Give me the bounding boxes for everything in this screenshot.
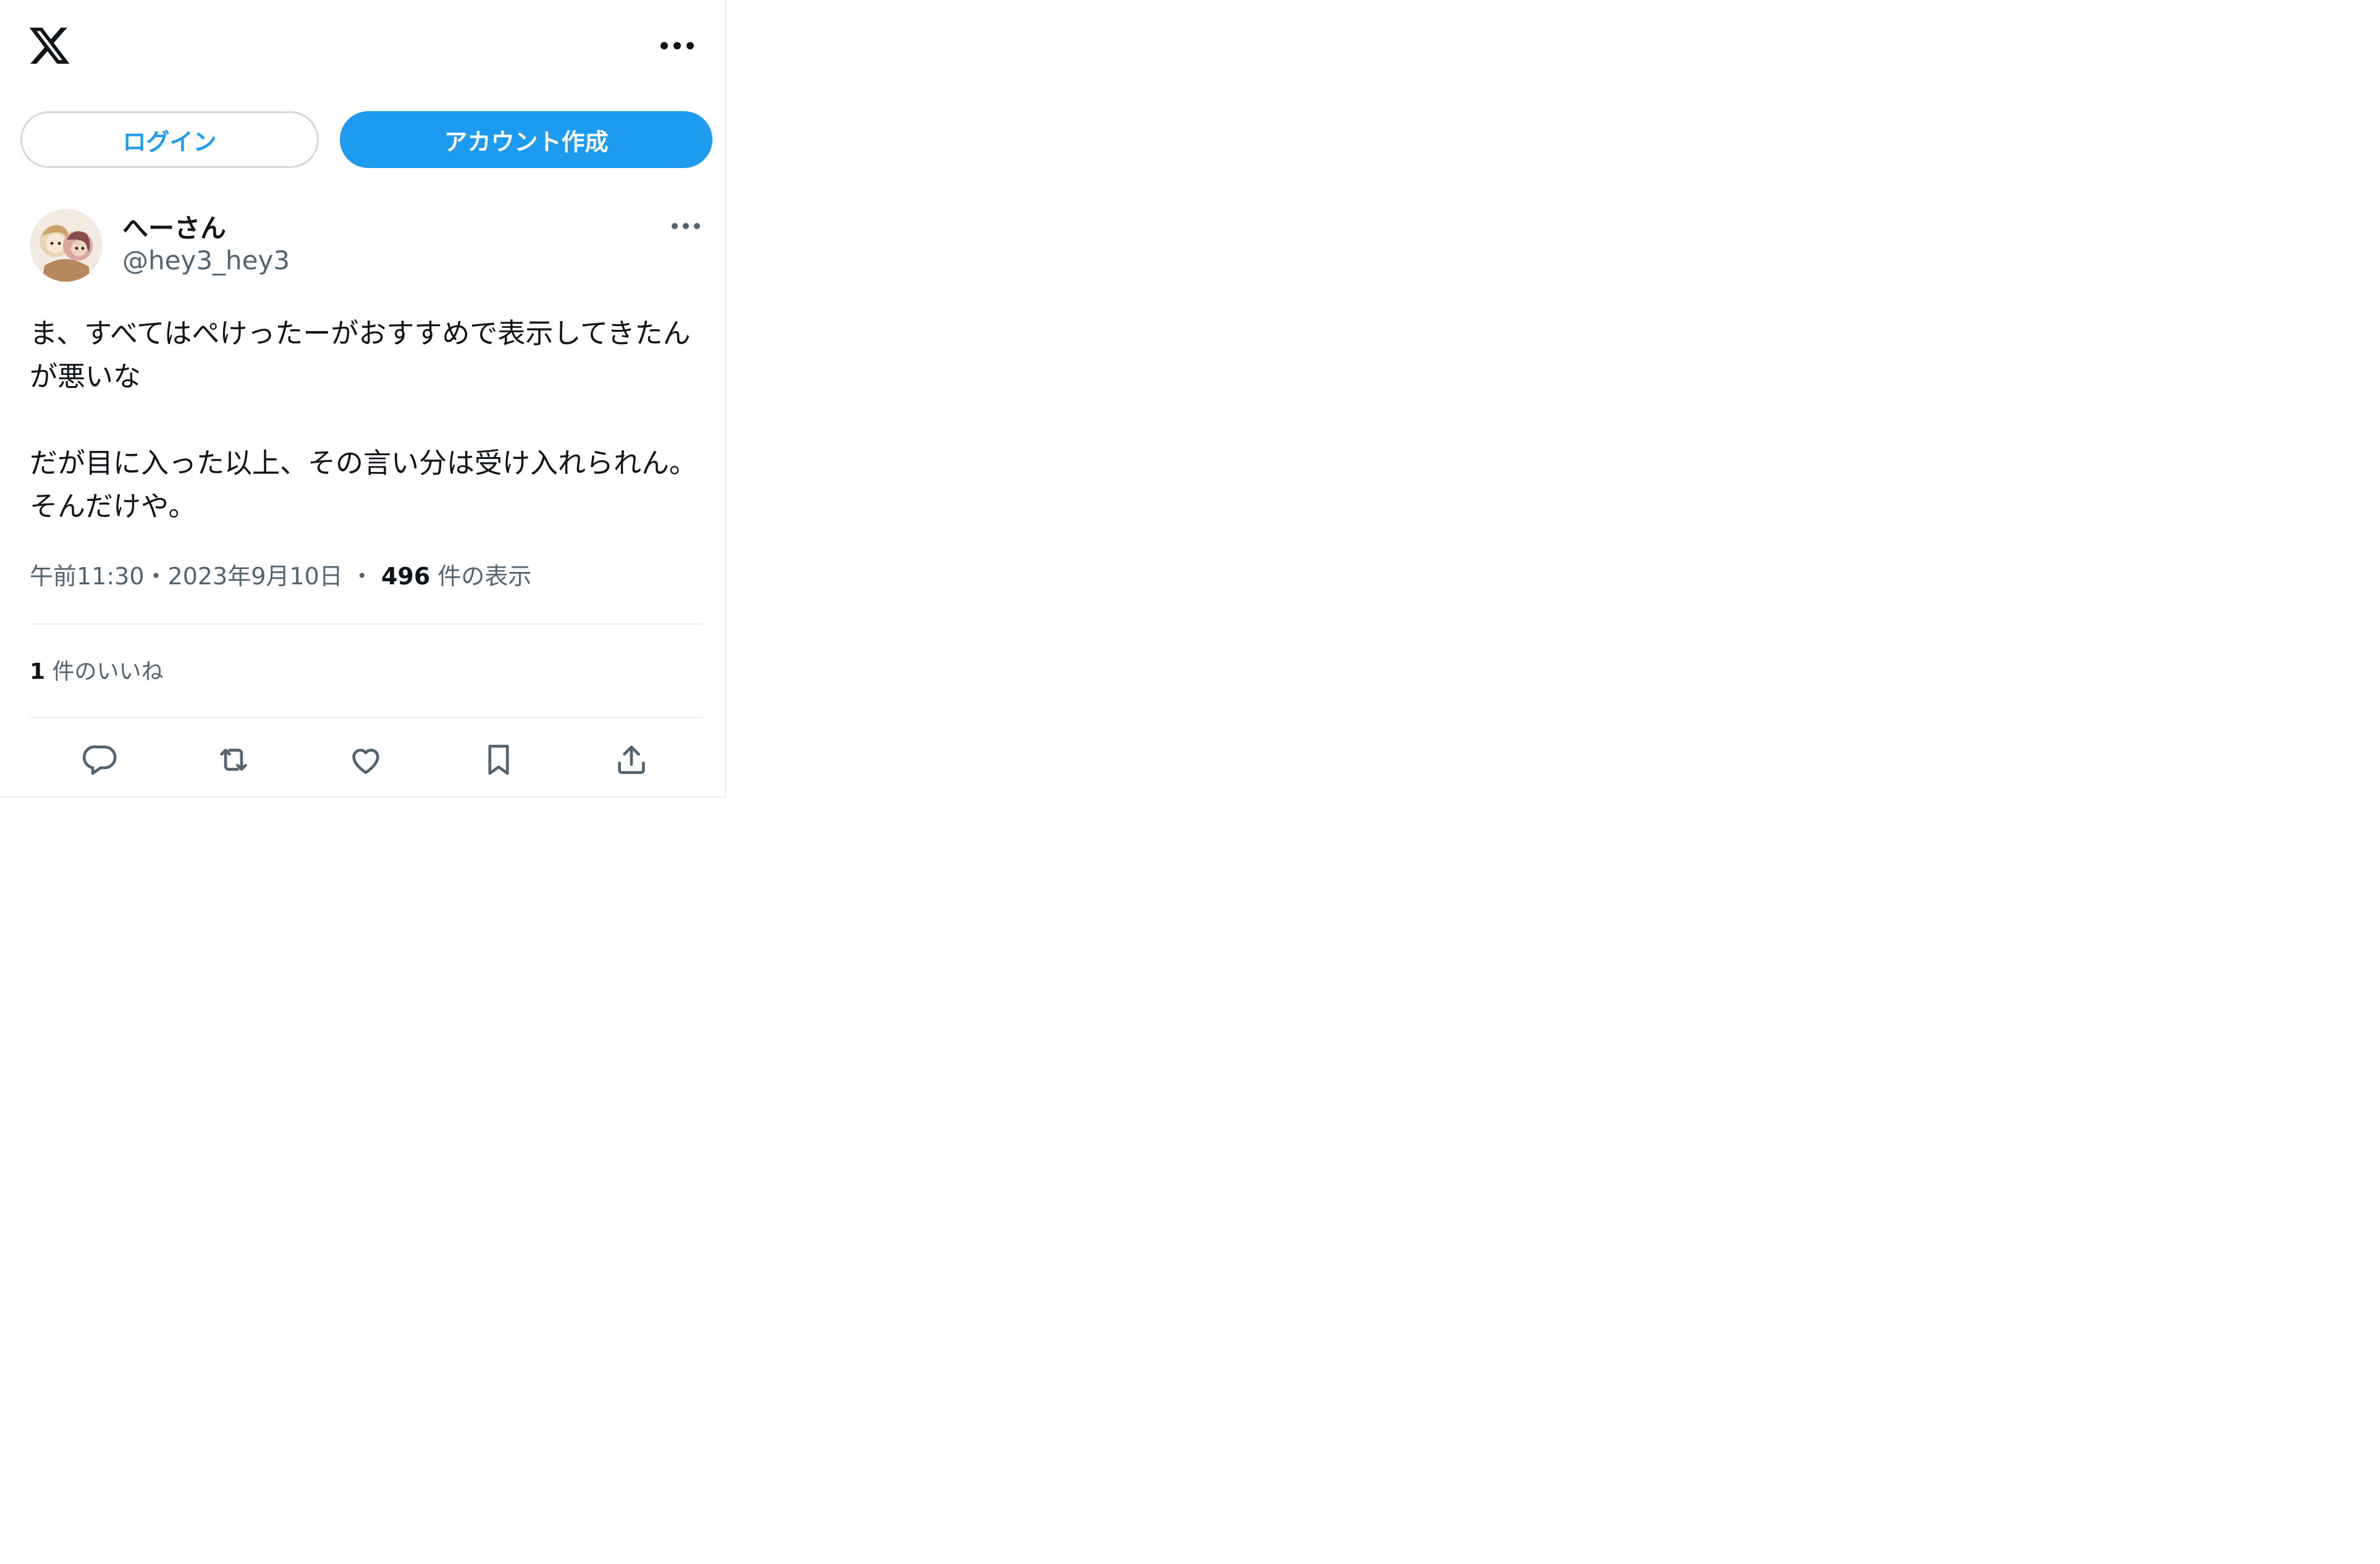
display-name[interactable]: へーさん	[122, 208, 226, 245]
views-count: 496	[381, 563, 431, 590]
x-logo-icon[interactable]	[27, 23, 72, 68]
more-options-icon[interactable]	[654, 30, 701, 62]
post-metadata: 午前11:30・2023年9月10日 ・ 496 件の表示	[30, 557, 531, 591]
post-date[interactable]: 2023年9月10日	[168, 563, 343, 590]
user-handle[interactable]: @hey3_hey3	[122, 245, 290, 275]
post-time[interactable]: 午前11:30	[30, 563, 145, 590]
divider	[30, 623, 703, 625]
avatar[interactable]	[30, 209, 103, 282]
post-text: ま、すべてはぺけったーがおすすめで表示してきたんが悪いな だが目に入った以上、そ…	[30, 317, 698, 523]
bookmark-icon[interactable]	[471, 732, 526, 788]
likes-count: 1	[30, 659, 46, 684]
login-button[interactable]: ログイン	[20, 111, 319, 168]
repost-icon[interactable]	[206, 732, 261, 788]
share-icon[interactable]	[604, 732, 659, 788]
divider	[30, 717, 703, 718]
views-label: 件の表示	[437, 563, 532, 590]
meta-separator: ・	[144, 563, 168, 590]
top-bar	[0, 0, 727, 93]
create-account-button[interactable]: アカウント作成	[340, 111, 712, 168]
likes-summary[interactable]: 1 件のいいね	[30, 654, 164, 686]
action-bar	[0, 732, 727, 788]
reply-icon[interactable]	[73, 732, 129, 788]
likes-label: 件のいいね	[52, 659, 164, 684]
post-panel: ログイン アカウント作成 へーさん @hey3_hey3 ま、すべてはぺけったー…	[0, 0, 727, 798]
meta-separator: ・	[350, 563, 374, 590]
like-icon[interactable]	[338, 732, 394, 788]
post-more-icon[interactable]	[665, 214, 707, 238]
